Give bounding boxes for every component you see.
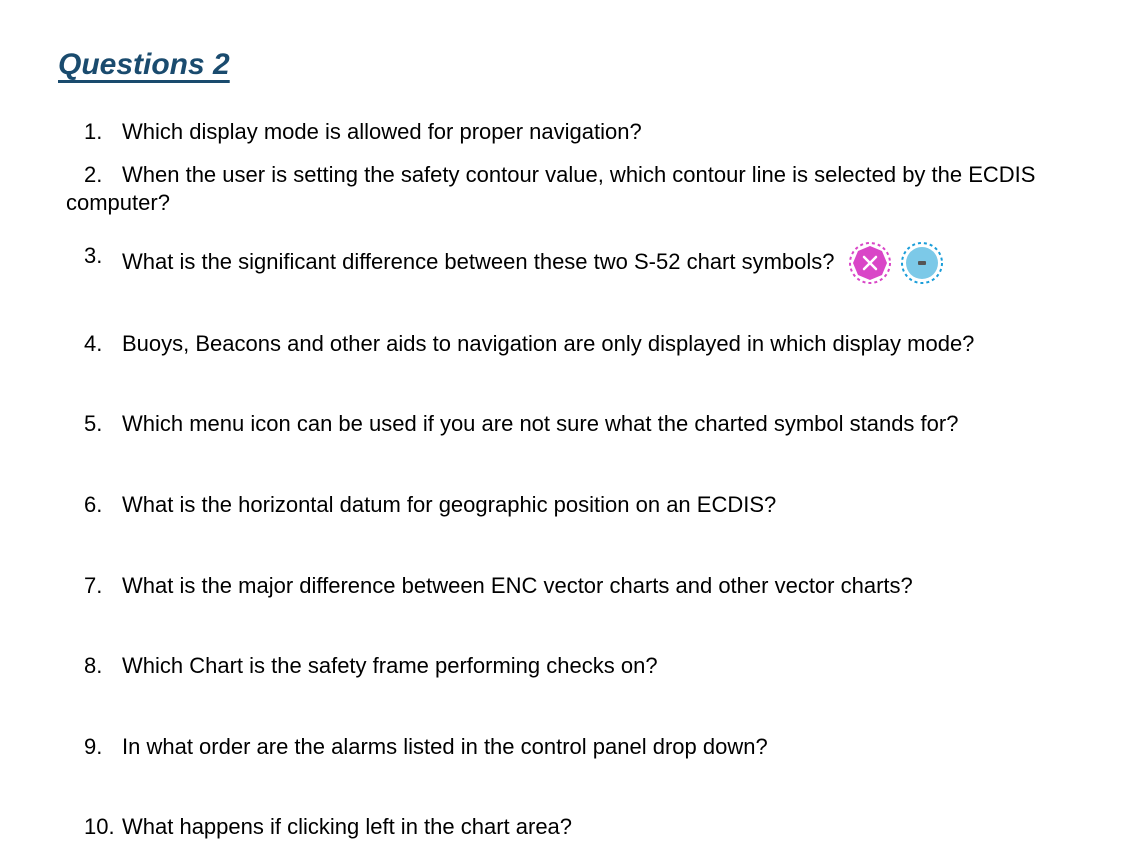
question-number: 5. bbox=[66, 410, 122, 439]
question-text: Which Chart is the safety frame performi… bbox=[122, 652, 1065, 681]
question-row: 7. What is the major difference between … bbox=[66, 572, 1065, 601]
question-number: 3. bbox=[66, 242, 122, 271]
question-row: 6. What is the horizontal datum for geog… bbox=[66, 491, 1065, 520]
question-number: 10. bbox=[66, 813, 122, 842]
questions-list: 1. Which display mode is allowed for pro… bbox=[58, 118, 1065, 842]
question-number: 9. bbox=[66, 733, 122, 762]
question-row: 3. What is the significant difference be… bbox=[66, 242, 1065, 284]
question-number: 7. bbox=[66, 572, 122, 601]
question-row: 10. What happens if clicking left in the… bbox=[66, 813, 1065, 842]
question-row: 8. Which Chart is the safety frame perfo… bbox=[66, 652, 1065, 681]
question-number: 2. bbox=[66, 161, 122, 190]
question-number: 1. bbox=[66, 118, 122, 147]
question-number: 4. bbox=[66, 330, 122, 359]
question-row: 5. Which menu icon can be used if you ar… bbox=[66, 410, 1065, 439]
chart-symbols-group bbox=[849, 242, 943, 284]
question-text: When the user is setting the safety cont… bbox=[66, 162, 1035, 216]
blue-circle-icon bbox=[901, 242, 943, 284]
question-text: What is the major difference between ENC… bbox=[122, 572, 1065, 601]
question-row: 2.When the user is setting the safety co… bbox=[66, 161, 1065, 218]
question-text: What is the significant difference betwe… bbox=[122, 242, 1065, 284]
question-number: 6. bbox=[66, 491, 122, 520]
question-row: 4. Buoys, Beacons and other aids to navi… bbox=[66, 330, 1065, 359]
question-text: What happens if clicking left in the cha… bbox=[122, 813, 1065, 842]
question-text: What is the horizontal datum for geograp… bbox=[122, 491, 1065, 520]
question-row: 9. In what order are the alarms listed i… bbox=[66, 733, 1065, 762]
magenta-octagon-icon bbox=[849, 242, 891, 284]
question-text: Which menu icon can be used if you are n… bbox=[122, 410, 1065, 439]
question-text: Which display mode is allowed for proper… bbox=[122, 118, 1065, 147]
question-number: 8. bbox=[66, 652, 122, 681]
question-text: Buoys, Beacons and other aids to navigat… bbox=[122, 330, 1065, 359]
question-row: 1. Which display mode is allowed for pro… bbox=[66, 118, 1065, 147]
page-title: Questions 2 bbox=[58, 48, 1065, 82]
question-text: In what order are the alarms listed in t… bbox=[122, 733, 1065, 762]
